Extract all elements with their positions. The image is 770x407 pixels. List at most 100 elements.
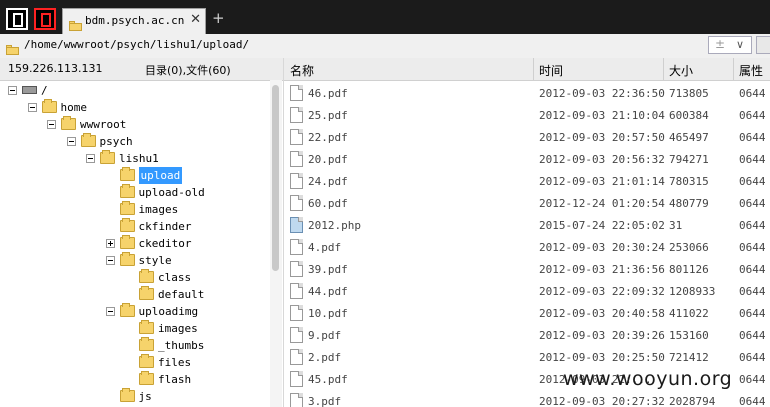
tree-node[interactable]: images — [0, 201, 268, 218]
collapse-icon[interactable] — [105, 307, 115, 316]
tree-node[interactable]: ckeditor — [0, 235, 268, 252]
tree-node[interactable]: class — [0, 269, 268, 286]
directory-pane: 159.226.113.131 目录(0),文件(60) / home wwwroo… — [0, 58, 283, 407]
collapse-icon[interactable] — [47, 120, 56, 129]
php-file-icon — [290, 217, 303, 233]
tree-node[interactable]: default — [0, 286, 268, 303]
file-list-pane: 名称 时间 大小 属性 46.pdf 2012-09-03 22:36:50 713… — [283, 58, 770, 407]
file-name: 4.pdf — [308, 241, 342, 254]
path-dropdown[interactable]: ± ∨ — [708, 36, 752, 54]
file-row[interactable]: 25.pdf 2012-09-03 21:10:04 600384 0644 — [284, 104, 770, 126]
file-icon — [290, 195, 303, 211]
tree-node[interactable]: _thumbs — [0, 337, 268, 354]
file-icon — [290, 349, 303, 365]
go-button[interactable] — [756, 36, 770, 54]
file-attr: 0644 — [739, 285, 766, 298]
scrollbar-thumb[interactable] — [272, 85, 279, 271]
file-row[interactable]: 60.pdf 2012-12-24 01:20:54 480779 0644 — [284, 192, 770, 214]
path-input[interactable]: /home/wwwroot/psych/lishu1/upload/ — [24, 38, 249, 51]
file-icon — [290, 371, 303, 387]
file-row[interactable]: 24.pdf 2012-09-03 21:01:14 780315 0644 — [284, 170, 770, 192]
folder-icon — [119, 201, 135, 215]
new-tab-button[interactable]: + — [212, 9, 225, 27]
file-row[interactable]: 2012.php 2015-07-24 22:05:02 31 0644 — [284, 214, 770, 236]
close-icon[interactable]: ✕ — [190, 12, 201, 27]
collapse-icon[interactable] — [27, 103, 37, 112]
collapse-icon[interactable] — [8, 86, 17, 95]
tree-node[interactable]: style — [0, 252, 268, 269]
file-size: 31 — [669, 219, 683, 232]
file-name: 2.pdf — [308, 351, 342, 364]
file-attr: 0644 — [739, 175, 766, 188]
tree-node-label: style — [138, 254, 172, 267]
server-ip: 159.226.113.131 — [8, 62, 103, 75]
file-attr: 0644 — [739, 373, 766, 386]
folder-icon — [61, 116, 76, 130]
tree-node[interactable]: uploadimg — [0, 303, 268, 320]
file-attr: 0644 — [739, 351, 766, 364]
tree-node-label: images — [158, 322, 198, 335]
top-toolbar: bdm.psych.ac.cn ✕ + — [0, 0, 770, 34]
file-size: 600384 — [669, 109, 709, 122]
tree-node[interactable]: home — [0, 99, 268, 116]
column-time[interactable]: 时间 — [539, 62, 563, 79]
file-row[interactable]: 20.pdf 2012-09-03 20:56:32 794271 0644 — [284, 148, 770, 170]
tree-node[interactable]: wwwroot — [0, 116, 268, 133]
file-row[interactable]: 3.pdf 2012-09-03 20:27:32 2028794 0644 — [284, 390, 770, 407]
file-attr: 0644 — [739, 329, 766, 342]
tree-node-label: images — [138, 203, 179, 216]
file-row[interactable]: 44.pdf 2012-09-03 22:09:32 1208933 0644 — [284, 280, 770, 302]
app-logo-icon[interactable] — [6, 8, 28, 30]
file-attr: 0644 — [739, 109, 766, 122]
tree-node-label: wwwroot — [80, 118, 127, 131]
tree-node[interactable]: / — [0, 82, 268, 99]
tree-node-label: / — [41, 84, 48, 97]
column-size[interactable]: 大小 — [669, 62, 693, 79]
file-time: 2012-09-03 20:57:50 — [539, 131, 665, 144]
collapse-icon[interactable] — [66, 137, 76, 146]
tree-node[interactable]: files — [0, 354, 268, 371]
watermark: www.wooyun.org — [563, 368, 733, 390]
tree-node[interactable]: images — [0, 320, 268, 337]
tree-node[interactable]: upload-old — [0, 184, 268, 201]
tree-node[interactable]: ckfinder — [0, 218, 268, 235]
column-name[interactable]: 名称 — [290, 62, 314, 79]
tree-node-label: home — [60, 101, 88, 114]
file-time: 2012-09-03 22:09:32 — [539, 285, 665, 298]
file-size: 2028794 — [669, 395, 716, 407]
file-row[interactable]: 22.pdf 2012-09-03 20:57:50 465497 0644 — [284, 126, 770, 148]
file-row[interactable]: 9.pdf 2012-09-03 20:39:26 153160 0644 — [284, 324, 770, 346]
tree-node[interactable]: lishu1 — [0, 150, 268, 167]
file-name: 39.pdf — [308, 263, 348, 276]
file-size: 794271 — [669, 153, 709, 166]
file-icon — [290, 261, 303, 277]
file-row[interactable]: 39.pdf 2012-09-03 21:36:56 801126 0644 — [284, 258, 770, 280]
tab-bdm[interactable]: bdm.psych.ac.cn ✕ — [62, 8, 206, 34]
file-attr: 0644 — [739, 197, 766, 210]
tree-node-label: js — [138, 390, 152, 403]
tree-node[interactable]: js — [0, 388, 268, 405]
file-row[interactable]: 46.pdf 2012-09-03 22:36:50 713805 0644 — [284, 82, 770, 104]
file-icon — [290, 107, 303, 123]
file-icon — [290, 239, 303, 255]
file-row[interactable]: 2.pdf 2012-09-03 20:25:50 721412 0644 — [284, 346, 770, 368]
file-size: 253066 — [669, 241, 709, 254]
tree-node[interactable]: upload — [0, 167, 268, 184]
file-attr: 0644 — [739, 263, 766, 276]
tree-scrollbar[interactable] — [270, 80, 282, 407]
file-row[interactable]: 4.pdf 2012-09-03 20:30:24 253066 0644 — [284, 236, 770, 258]
column-attr[interactable]: 属性 — [739, 62, 763, 79]
file-icon — [290, 173, 303, 189]
file-name: 60.pdf — [308, 197, 348, 210]
collapse-icon[interactable] — [105, 256, 115, 265]
tree-node-label: _thumbs — [158, 339, 205, 352]
tree-node[interactable]: flash — [0, 371, 268, 388]
collapse-icon[interactable] — [86, 154, 95, 163]
file-row[interactable]: 10.pdf 2012-09-03 20:40:58 411022 0644 — [284, 302, 770, 324]
tree-node[interactable]: psych — [0, 133, 268, 150]
folder-icon — [139, 320, 154, 334]
directory-header: 159.226.113.131 目录(0),文件(60) — [0, 58, 283, 81]
terminal-icon[interactable] — [34, 8, 56, 30]
expand-icon[interactable] — [105, 239, 115, 248]
tree-node-label: upload — [138, 167, 183, 184]
